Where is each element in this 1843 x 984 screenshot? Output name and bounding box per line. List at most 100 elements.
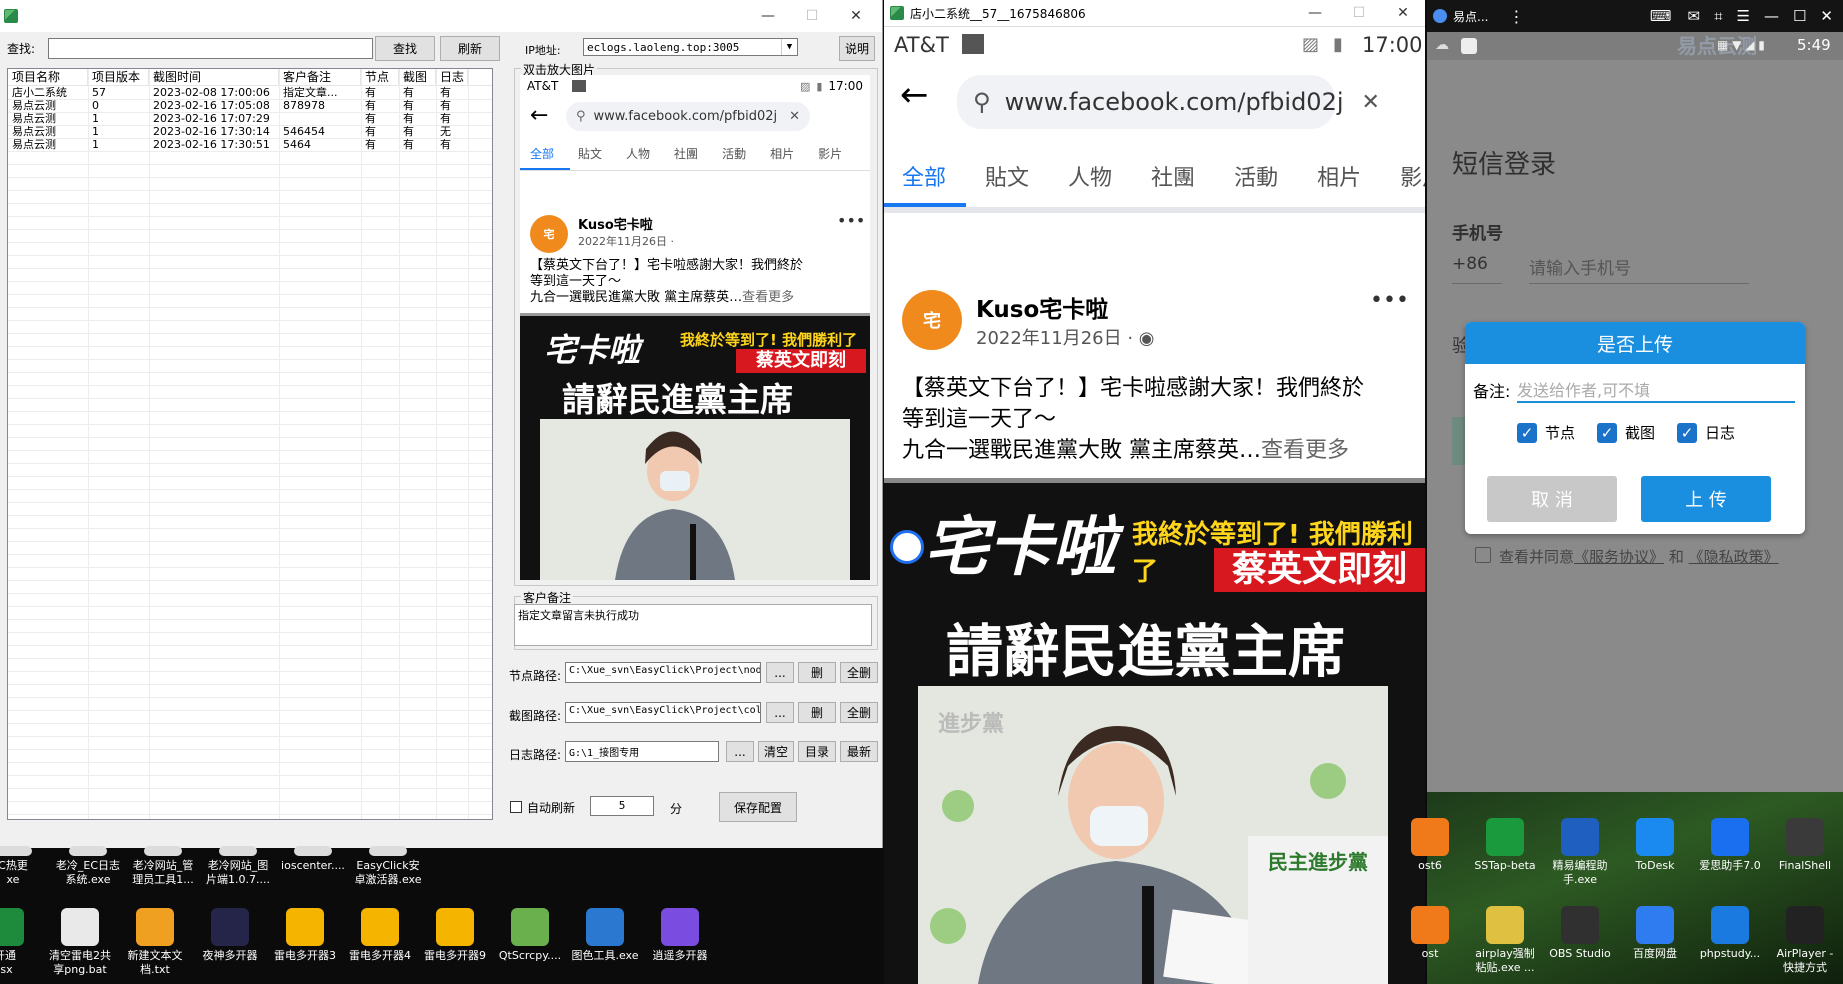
search-input[interactable] xyxy=(48,38,373,59)
right-desktop-icon[interactable]: 精易编程助 手.exe xyxy=(1545,818,1615,887)
left-desktop-icon[interactable]: 老冷网站_图 片端1.0.7.... xyxy=(203,846,273,887)
left-desktop-icon[interactable]: 夜神多开器 xyxy=(195,908,265,963)
column-header[interactable]: 截图时间 xyxy=(149,69,279,85)
post-image[interactable]: 宅卡啦 我終於等到了! 我們勝利了 蔡英文即刻 請辭民進黨主席 民主進步黨 進步… xyxy=(884,478,1425,984)
close-icon[interactable]: ✕ xyxy=(1820,7,1833,25)
table-row[interactable]: 易点云测 0 2023-02-16 17:05:08 878978 有 有 有 xyxy=(8,99,492,112)
help-button[interactable]: 说明 xyxy=(839,36,875,61)
right-desktop-icon[interactable]: ost6 xyxy=(1395,818,1465,873)
tab-events[interactable]: 活動 xyxy=(1234,160,1278,192)
left-desktop-icon[interactable]: C热更 xe xyxy=(0,846,48,887)
log-clear-button[interactable]: 清空 xyxy=(758,741,794,762)
dialog-remark-input[interactable]: 发送给作者,可不填 xyxy=(1517,375,1795,403)
page-avatar[interactable]: 宅 xyxy=(902,290,962,350)
left-desktop-icon[interactable]: EasyClick安 卓激活器.exe xyxy=(353,846,423,887)
tab-all[interactable]: 全部 xyxy=(902,160,946,192)
menu-dots-icon[interactable]: ⋮ xyxy=(1508,7,1524,26)
right-desktop-icon[interactable]: FinalShell xyxy=(1770,818,1840,873)
mail-icon[interactable]: ✉ xyxy=(1687,7,1700,25)
phone-input[interactable]: 请输入手机号 xyxy=(1529,254,1631,279)
left-desktop-icon[interactable]: 清空雷电2共 享png.bat xyxy=(45,908,115,977)
hamburger-icon[interactable]: ☰ xyxy=(1737,7,1750,25)
save-config-button[interactable]: 保存配置 xyxy=(719,792,797,822)
right-desktop-icon[interactable]: ost xyxy=(1395,906,1465,961)
gamepad-icon[interactable]: ⌨ xyxy=(1650,7,1672,25)
upload-button[interactable]: 上 传 xyxy=(1641,476,1771,522)
column-header[interactable]: 项目名称 xyxy=(8,69,88,85)
shot-delete-all-button[interactable]: 全删 xyxy=(840,702,878,723)
minimize-icon[interactable]: — xyxy=(1293,0,1337,27)
node-path-input[interactable]: C:\Xue_svn\EasyClick\Project\nod xyxy=(565,662,761,683)
tab-people[interactable]: 人物 xyxy=(1068,160,1112,192)
node-delete-button[interactable]: 删 xyxy=(798,662,836,683)
back-arrow-icon[interactable]: ← xyxy=(900,78,929,112)
node-browse-button[interactable]: ... xyxy=(766,662,794,683)
shot-path-input[interactable]: C:\Xue_svn\EasyClick\Project\col xyxy=(565,702,761,723)
maximize-icon[interactable]: ☐ xyxy=(1793,7,1806,25)
left-desktop-icon[interactable]: 开通 lsx xyxy=(0,908,40,977)
cancel-button[interactable]: 取 消 xyxy=(1487,476,1617,522)
privacy-policy-link[interactable]: 《隐私政策》 xyxy=(1689,548,1779,566)
right-desktop-icon[interactable]: airplay强制 粘贴.exe ... xyxy=(1470,906,1540,975)
tab-photos[interactable]: 相片 xyxy=(1317,160,1361,192)
right-desktop-icon[interactable]: ToDesk xyxy=(1620,818,1690,873)
node-delete-all-button[interactable]: 全删 xyxy=(840,662,878,683)
left-desktop-icon[interactable]: 雷电多开器4 xyxy=(345,908,415,963)
right-desktop-icon[interactable]: SSTap-beta xyxy=(1470,818,1540,873)
url-bar[interactable]: ⚲ www.facebook.com/pfbid02j ✕ xyxy=(957,75,1380,129)
close-icon[interactable]: ✕ xyxy=(834,2,878,30)
refresh-button[interactable]: 刷新 xyxy=(440,36,500,61)
left-desktop-icon[interactable]: 图色工具.exe xyxy=(570,908,640,963)
left-desktop-icon[interactable]: 老冷网站_管 理员工具1... xyxy=(128,846,198,887)
column-header[interactable]: 截图 xyxy=(399,69,436,85)
tab-groups[interactable]: 社團 xyxy=(1151,160,1195,192)
column-header[interactable]: 项目版本 xyxy=(88,69,149,85)
country-code[interactable]: +86 xyxy=(1452,254,1488,274)
service-agreement-link[interactable]: 《服务协议》 xyxy=(1574,548,1664,566)
clear-icon[interactable]: ✕ xyxy=(1362,90,1380,115)
auto-refresh-checkbox[interactable] xyxy=(510,801,522,813)
table-row[interactable]: 易点云测 1 2023-02-16 17:07:29 有 有 有 xyxy=(8,112,492,125)
left-desktop-icon[interactable]: 雷电多开器9 xyxy=(420,908,490,963)
screenshot-list[interactable]: 项目名称 项目版本 截图时间 客户备注 节点 截图 日志 店小二系统 57 2023… xyxy=(7,68,493,820)
column-header[interactable]: 节点 xyxy=(361,69,399,85)
right-desktop-icon[interactable]: OBS Studio xyxy=(1545,906,1615,961)
remark-textarea[interactable]: 指定文章留言未执行成功 xyxy=(514,604,872,646)
node-checkbox[interactable]: ✓ 节点 xyxy=(1517,422,1575,443)
shot-delete-button[interactable]: 删 xyxy=(798,702,836,723)
column-header[interactable]: 客户备注 xyxy=(279,69,361,85)
crop-icon[interactable]: ⌗ xyxy=(1714,7,1722,25)
close-icon[interactable]: ✕ xyxy=(1381,0,1425,27)
ip-address-select[interactable]: eclogs.laoleng.top:3005 ▼ xyxy=(583,38,798,56)
more-icon[interactable]: ••• xyxy=(1370,288,1409,313)
table-row[interactable]: 店小二系统 57 2023-02-08 17:00:06 指定文章... 有 有 有 xyxy=(8,86,492,99)
page-name[interactable]: Kuso宅卡啦 xyxy=(976,290,1108,324)
see-more-link[interactable]: 查看更多 xyxy=(1261,438,1349,463)
column-header[interactable]: 日志 xyxy=(436,69,468,85)
shot-browse-button[interactable]: ... xyxy=(766,702,794,723)
log-path-input[interactable]: G:\1_接图专用 xyxy=(565,741,719,762)
right-desktop-icon[interactable]: 爱思助手7.0 xyxy=(1695,818,1765,873)
log-checkbox[interactable]: ✓ 日志 xyxy=(1677,422,1735,443)
left-desktop-icon[interactable]: 老冷_EC日志 系统.exe xyxy=(53,846,123,887)
right-window-tab[interactable]: 易点... xyxy=(1453,8,1488,25)
left-desktop-icon[interactable]: QtScrcpy.... xyxy=(495,908,565,963)
left-desktop-icon[interactable]: 雷电多开器3 xyxy=(270,908,340,963)
tab-videos[interactable]: 影片 xyxy=(1400,160,1425,192)
right-desktop-icon[interactable]: phpstudy... xyxy=(1695,906,1765,961)
minimize-icon[interactable]: — xyxy=(1764,7,1779,25)
log-latest-button[interactable]: 最新 xyxy=(840,741,878,762)
left-desktop-icon[interactable]: 新建文本文 档.txt xyxy=(120,908,190,977)
chevron-down-icon[interactable]: ▼ xyxy=(781,39,797,55)
table-row[interactable]: 易点云测 1 2023-02-16 17:30:51 5464 有 有 有 xyxy=(8,138,492,151)
log-dir-button[interactable]: 目录 xyxy=(798,741,836,762)
find-button[interactable]: 查找 xyxy=(375,36,435,61)
preview-image[interactable]: AT&T ▨ ▮ 17:00 ← ⚲ www.facebook.com/pfbi… xyxy=(520,75,870,580)
minimize-icon[interactable]: — xyxy=(746,2,790,30)
right-desktop-icon[interactable]: AirPlayer - 快捷方式 xyxy=(1770,906,1840,975)
screenshot-checkbox[interactable]: ✓ 截图 xyxy=(1597,422,1655,443)
log-browse-button[interactable]: ... xyxy=(726,741,754,762)
agree-checkbox[interactable] xyxy=(1475,547,1491,563)
left-desktop-icon[interactable]: 逍遥多开器 xyxy=(645,908,715,963)
tab-posts[interactable]: 貼文 xyxy=(985,160,1029,192)
